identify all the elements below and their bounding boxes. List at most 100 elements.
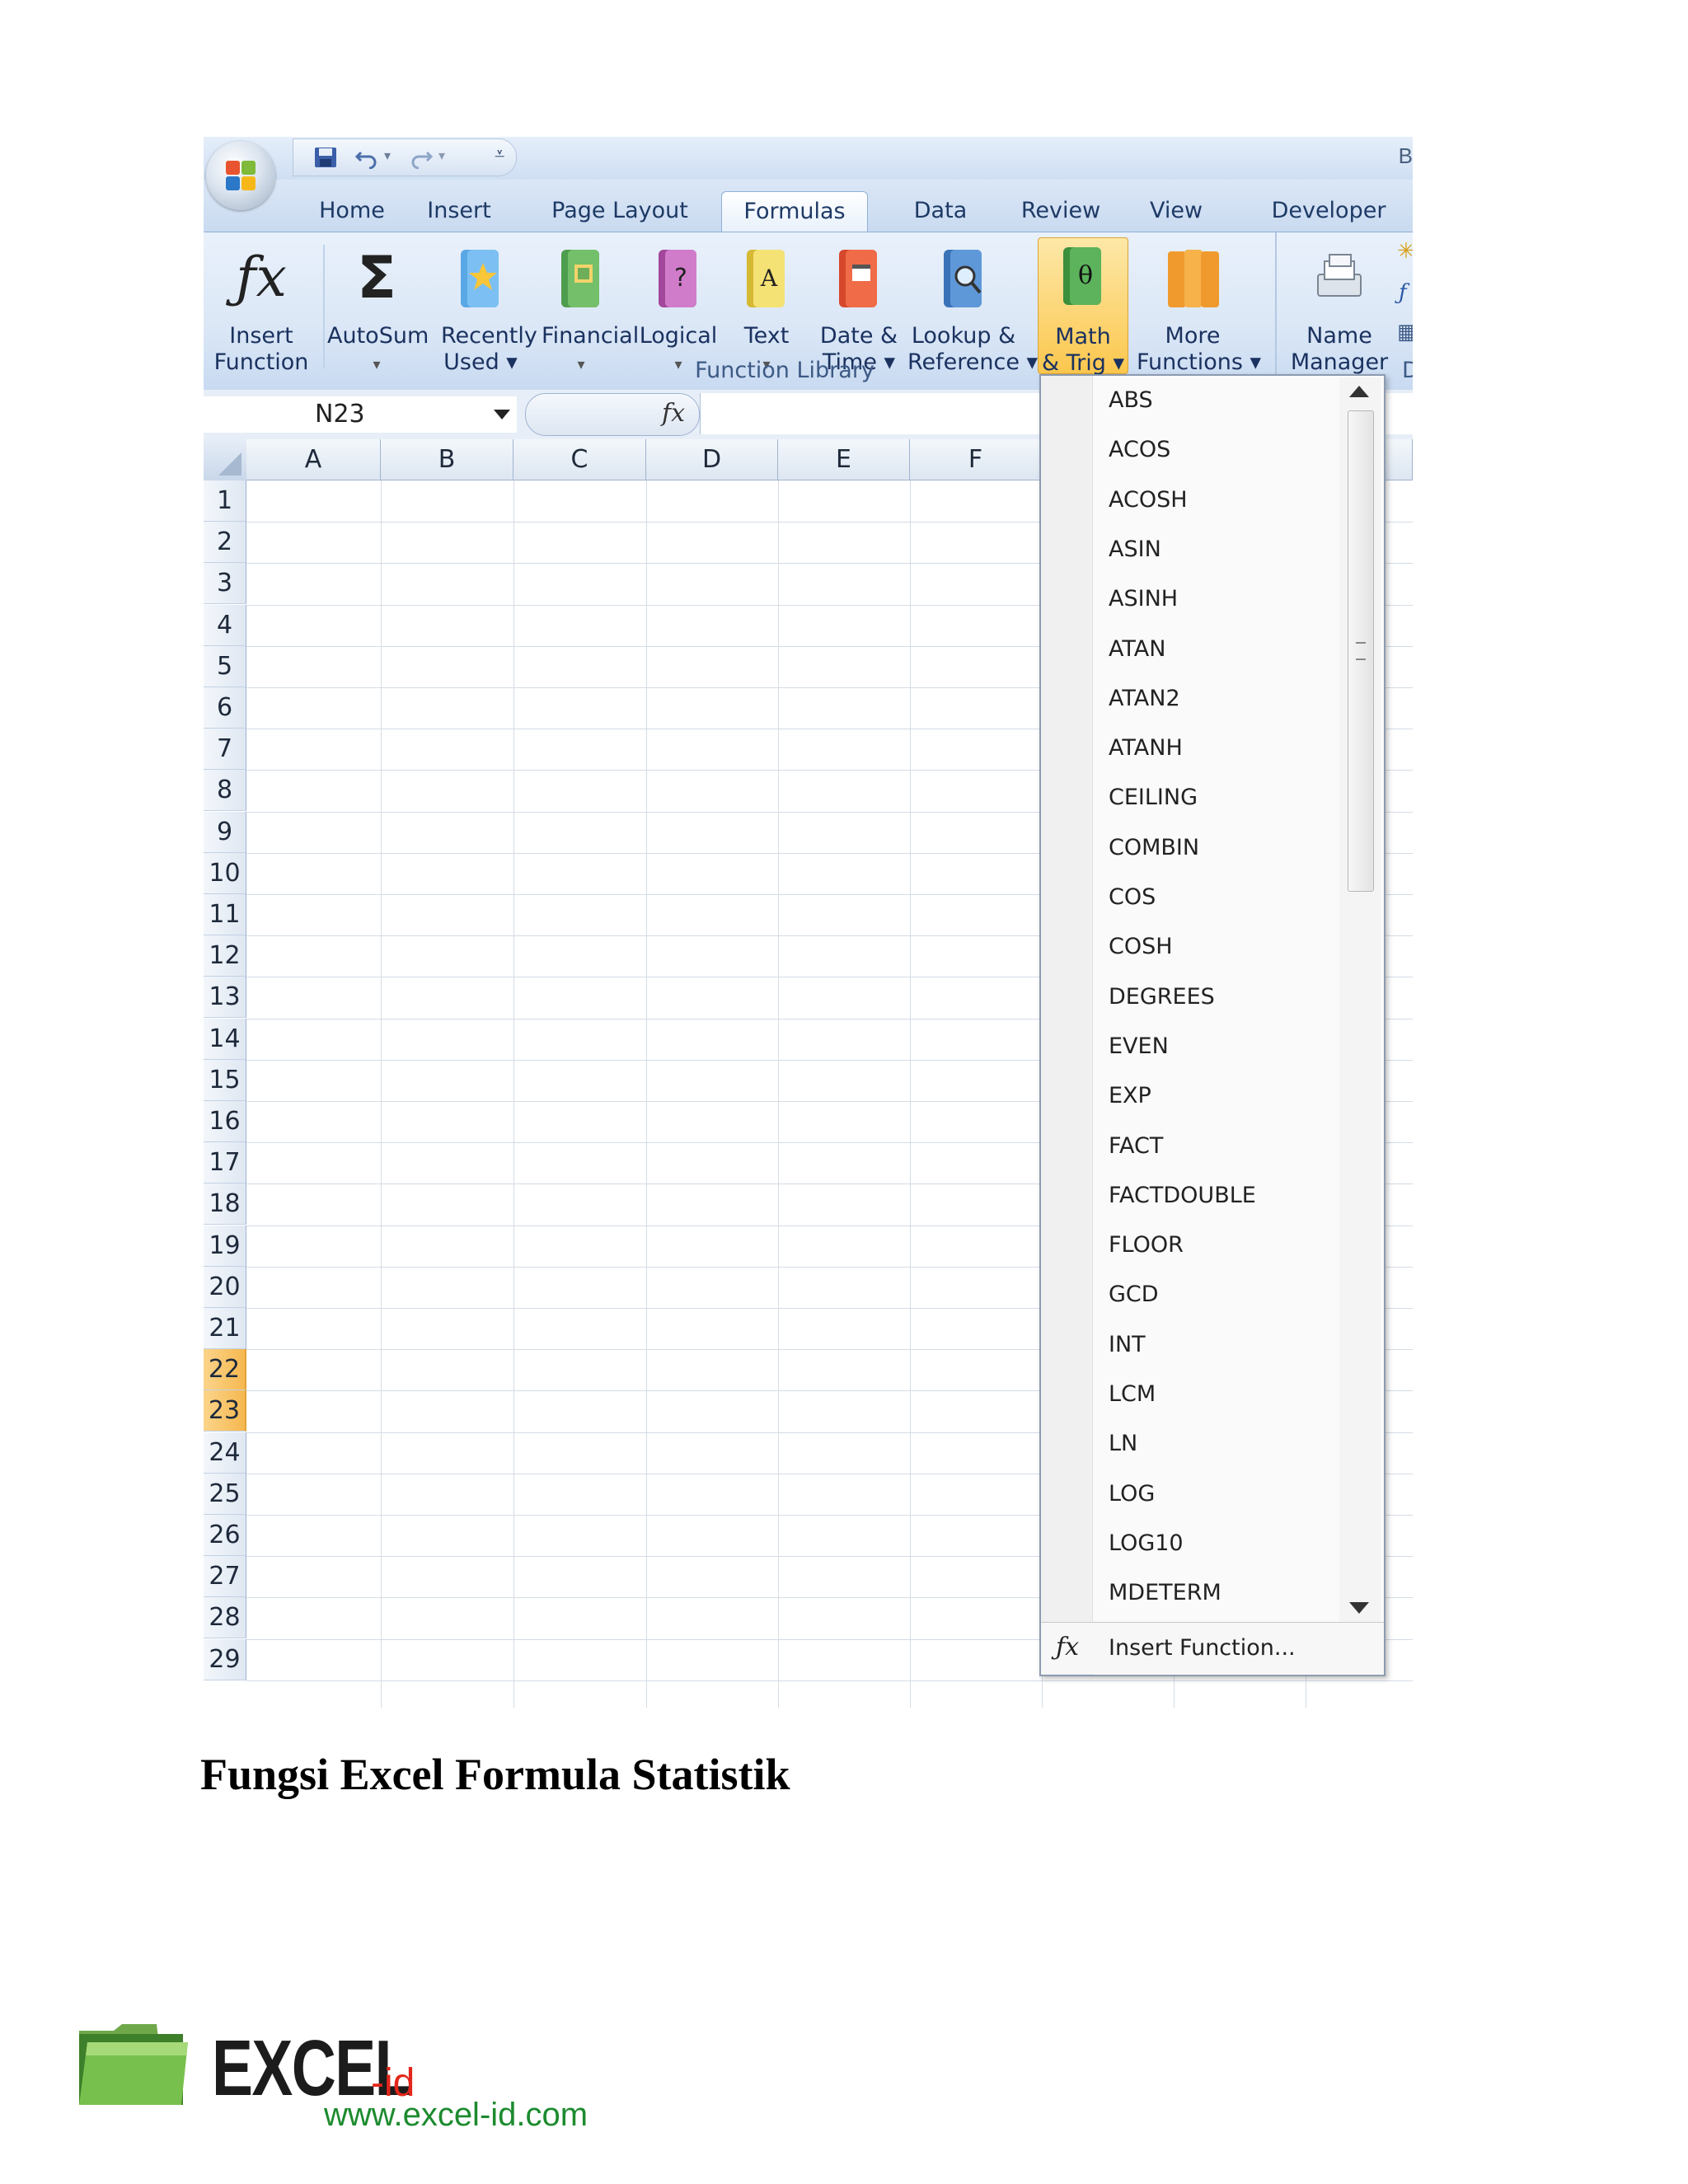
text-button[interactable]: A Text ▾ bbox=[735, 241, 798, 373]
undo-icon[interactable] bbox=[354, 146, 379, 169]
function-item-ceiling[interactable]: CEILING bbox=[1109, 773, 1198, 823]
row-header-1[interactable]: 1 bbox=[204, 480, 246, 522]
tab-data[interactable]: Data bbox=[899, 191, 982, 232]
row-header-18[interactable]: 18 bbox=[204, 1183, 246, 1226]
column-header-b[interactable]: B bbox=[381, 439, 513, 480]
row-header-15[interactable]: 15 bbox=[204, 1059, 246, 1101]
function-item-ln[interactable]: LN bbox=[1109, 1419, 1137, 1469]
autosum-button[interactable]: Σ AutoSum ▾ bbox=[327, 241, 429, 373]
row-header-28[interactable]: 28 bbox=[204, 1597, 246, 1639]
row-header-13[interactable]: 13 bbox=[204, 977, 246, 1019]
row-header-11[interactable]: 11 bbox=[204, 894, 246, 935]
function-item-acosh[interactable]: ACOSH bbox=[1109, 476, 1188, 525]
row-header-10[interactable]: 10 bbox=[204, 852, 246, 894]
row-header-8[interactable]: 8 bbox=[204, 770, 246, 812]
row-header-9[interactable]: 9 bbox=[204, 811, 246, 853]
function-item-lcm[interactable]: LCM bbox=[1109, 1370, 1156, 1419]
function-item-exp[interactable]: EXP bbox=[1109, 1071, 1151, 1121]
office-button[interactable] bbox=[206, 141, 275, 210]
row-header-29[interactable]: 29 bbox=[204, 1638, 246, 1680]
function-item-log10[interactable]: LOG10 bbox=[1109, 1519, 1184, 1568]
function-item-factdouble[interactable]: FACTDOUBLE bbox=[1109, 1171, 1256, 1221]
function-item-combin[interactable]: COMBIN bbox=[1109, 823, 1199, 873]
row-header-23[interactable]: 23 bbox=[204, 1390, 246, 1432]
function-item-atan[interactable]: ATAN bbox=[1109, 625, 1165, 674]
create-from-selection-icon[interactable]: ▦ bbox=[1397, 320, 1413, 344]
tab-review[interactable]: Review bbox=[1011, 191, 1110, 232]
function-item-asinh[interactable]: ASINH bbox=[1109, 574, 1178, 624]
row-header-3[interactable]: 3 bbox=[204, 563, 246, 605]
name-box-value: N23 bbox=[315, 400, 365, 429]
function-item-asin[interactable]: ASIN bbox=[1109, 525, 1161, 574]
tab-page-layout[interactable]: Page Layout bbox=[550, 191, 690, 232]
function-item-fact[interactable]: FACT bbox=[1109, 1122, 1163, 1171]
row-header-25[interactable]: 25 bbox=[204, 1473, 246, 1515]
define-name-icon[interactable]: ✳ bbox=[1397, 239, 1413, 264]
row-header-26[interactable]: 26 bbox=[204, 1515, 246, 1556]
row-header-14[interactable]: 14 bbox=[204, 1018, 246, 1060]
lookup-reference-button[interactable]: Lookup & Reference ▾ bbox=[907, 241, 1038, 375]
tab-formulas[interactable]: Formulas bbox=[721, 191, 868, 233]
tab-view[interactable]: View bbox=[1135, 191, 1217, 232]
row-header-5[interactable]: 5 bbox=[204, 645, 246, 687]
tab-developer[interactable]: Developer bbox=[1246, 191, 1411, 232]
date-time-button[interactable]: Date & Time ▾ bbox=[820, 241, 898, 375]
row-header-17[interactable]: 17 bbox=[204, 1142, 246, 1184]
save-icon[interactable] bbox=[313, 146, 338, 169]
scroll-down-icon[interactable] bbox=[1349, 1602, 1369, 1614]
tab-home[interactable]: Home bbox=[302, 191, 401, 232]
function-item-abs[interactable]: ABS bbox=[1109, 376, 1153, 425]
function-item-int[interactable]: INT bbox=[1109, 1320, 1146, 1370]
redo-icon[interactable] bbox=[409, 146, 434, 169]
row-header-20[interactable]: 20 bbox=[204, 1266, 246, 1308]
function-item-gcd[interactable]: GCD bbox=[1109, 1270, 1159, 1319]
row-header-16[interactable]: 16 bbox=[204, 1101, 246, 1142]
dropdown-scrollbar[interactable] bbox=[1339, 377, 1381, 1622]
scroll-thumb[interactable] bbox=[1348, 410, 1374, 892]
insert-function-fx-icon[interactable]: fx bbox=[662, 399, 685, 428]
insert-function-button[interactable]: ƒx Insert Function bbox=[214, 241, 309, 375]
select-all-corner[interactable] bbox=[204, 439, 246, 480]
column-header-e[interactable]: E bbox=[778, 439, 910, 480]
row-header-7[interactable]: 7 bbox=[204, 729, 246, 771]
function-item-floor[interactable]: FLOOR bbox=[1109, 1221, 1184, 1270]
row-header-21[interactable]: 21 bbox=[204, 1308, 246, 1349]
function-item-cosh[interactable]: COSH bbox=[1109, 922, 1173, 972]
use-in-formula-icon[interactable]: ƒ bbox=[1399, 280, 1407, 305]
function-item-cos[interactable]: COS bbox=[1109, 873, 1156, 922]
function-item-even[interactable]: EVEN bbox=[1109, 1022, 1169, 1071]
customize-qat-icon[interactable]: ⩡ bbox=[495, 144, 504, 165]
row-header-19[interactable]: 19 bbox=[204, 1225, 246, 1267]
row-header-2[interactable]: 2 bbox=[204, 522, 246, 564]
undo-dropdown-icon[interactable]: ▾ bbox=[384, 148, 391, 163]
scroll-up-icon[interactable] bbox=[1349, 386, 1369, 397]
function-item-mdeterm[interactable]: MDETERM bbox=[1109, 1568, 1221, 1618]
column-header-c[interactable]: C bbox=[513, 439, 646, 480]
row-header-4[interactable]: 4 bbox=[204, 604, 246, 646]
financial-button[interactable]: Financial ▾ bbox=[542, 241, 639, 373]
function-item-acos[interactable]: ACOS bbox=[1109, 425, 1170, 475]
function-item-degrees[interactable]: DEGREES bbox=[1109, 972, 1215, 1022]
insert-function-menu-item[interactable]: ƒx Insert Function... bbox=[1041, 1622, 1384, 1674]
row-header-6[interactable]: 6 bbox=[204, 687, 246, 729]
redo-dropdown-icon[interactable]: ▾ bbox=[438, 148, 445, 163]
row-header-24[interactable]: 24 bbox=[204, 1432, 246, 1474]
more-functions-button[interactable]: More Functions ▾ bbox=[1137, 241, 1261, 375]
logo-url[interactable]: www.excel-id.com bbox=[324, 2097, 588, 2134]
column-header-a[interactable]: A bbox=[246, 439, 381, 480]
function-item-log[interactable]: LOG bbox=[1109, 1469, 1155, 1519]
name-box[interactable]: N23 bbox=[204, 396, 517, 433]
name-manager-button[interactable]: Name Manager bbox=[1291, 241, 1388, 375]
column-header-f[interactable]: F bbox=[910, 439, 1042, 480]
function-item-atan2[interactable]: ATAN2 bbox=[1109, 674, 1180, 724]
row-header-22[interactable]: 22 bbox=[204, 1349, 246, 1391]
math-trig-button[interactable]: θ Math & Trig ▾ bbox=[1038, 237, 1128, 376]
row-header-27[interactable]: 27 bbox=[204, 1556, 246, 1598]
function-item-atanh[interactable]: ATANH bbox=[1109, 724, 1183, 773]
recently-used-button[interactable]: Recently Used ▾ bbox=[441, 241, 537, 375]
row-header-12[interactable]: 12 bbox=[204, 935, 246, 977]
name-box-dropdown-icon[interactable] bbox=[494, 410, 510, 419]
column-header-d[interactable]: D bbox=[646, 439, 778, 480]
tab-insert[interactable]: Insert bbox=[410, 191, 509, 232]
logical-button[interactable]: ? Logical ▾ bbox=[640, 241, 717, 373]
